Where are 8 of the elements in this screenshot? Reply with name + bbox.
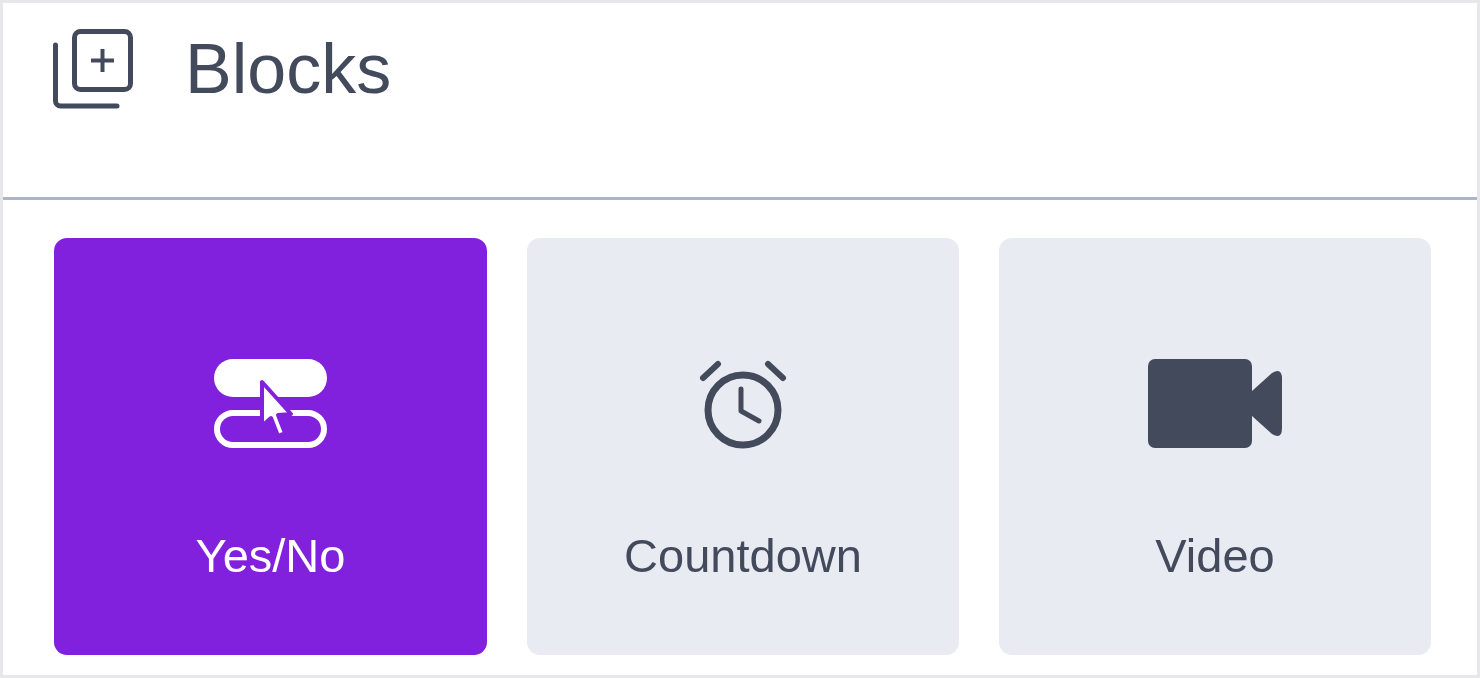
add-block-icon [53, 29, 133, 109]
pill-buttons-cursor-icon [214, 359, 327, 448]
block-card[interactable]: Video [999, 238, 1431, 655]
block-card[interactable]: Countdown [527, 238, 959, 655]
alarm-clock-icon [699, 359, 787, 449]
block-card[interactable]: Yes/No [54, 238, 487, 655]
video-camera-icon [1148, 359, 1282, 448]
panel-title: Blocks [185, 29, 392, 109]
